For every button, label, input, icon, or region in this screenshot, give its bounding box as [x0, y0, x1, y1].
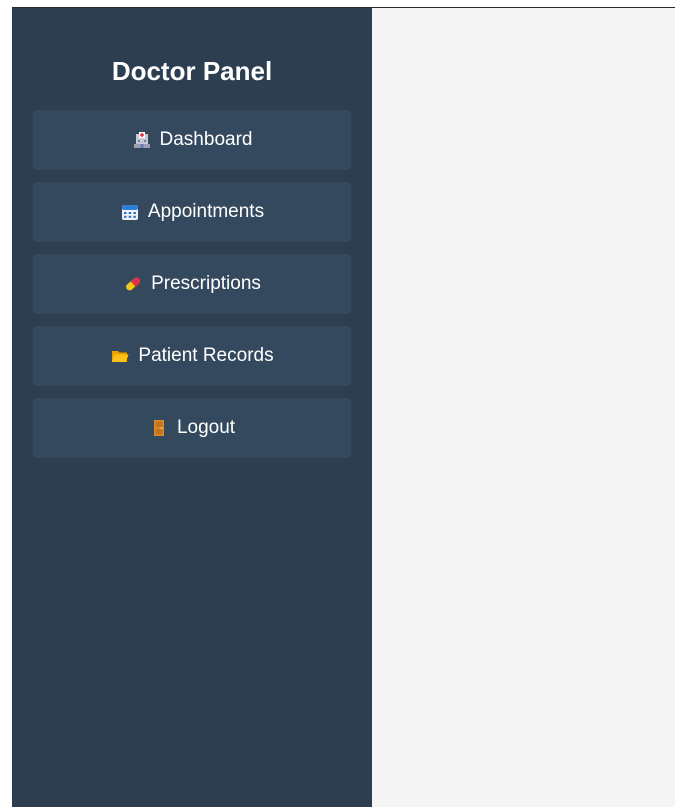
sidebar-nav: Dashboard Appointments Prescriptions Pat…: [12, 110, 372, 458]
main-content: [372, 8, 675, 807]
app-window: Doctor Panel Dashboard Appointments Pres…: [12, 7, 675, 807]
nav-item-prescriptions[interactable]: Prescriptions: [33, 254, 351, 314]
calendar-icon: [120, 202, 140, 222]
nav-item-appointments[interactable]: Appointments: [33, 182, 351, 242]
nav-item-label: Patient Records: [138, 345, 274, 366]
nav-item-patient-records[interactable]: Patient Records: [33, 326, 351, 386]
folder-icon: [110, 346, 130, 366]
hospital-icon: [132, 130, 152, 150]
sidebar-title: Doctor Panel: [111, 56, 273, 86]
nav-item-label: Prescriptions: [151, 273, 261, 294]
nav-item-logout[interactable]: Logout: [33, 398, 351, 458]
nav-item-label: Logout: [176, 417, 236, 438]
nav-item-dashboard[interactable]: Dashboard: [33, 110, 351, 170]
pill-icon: [123, 274, 143, 294]
sidebar: Doctor Panel Dashboard Appointments Pres…: [12, 8, 372, 807]
nav-item-label: Dashboard: [159, 129, 253, 150]
door-icon: [149, 418, 169, 438]
nav-item-label: Appointments: [147, 201, 265, 222]
